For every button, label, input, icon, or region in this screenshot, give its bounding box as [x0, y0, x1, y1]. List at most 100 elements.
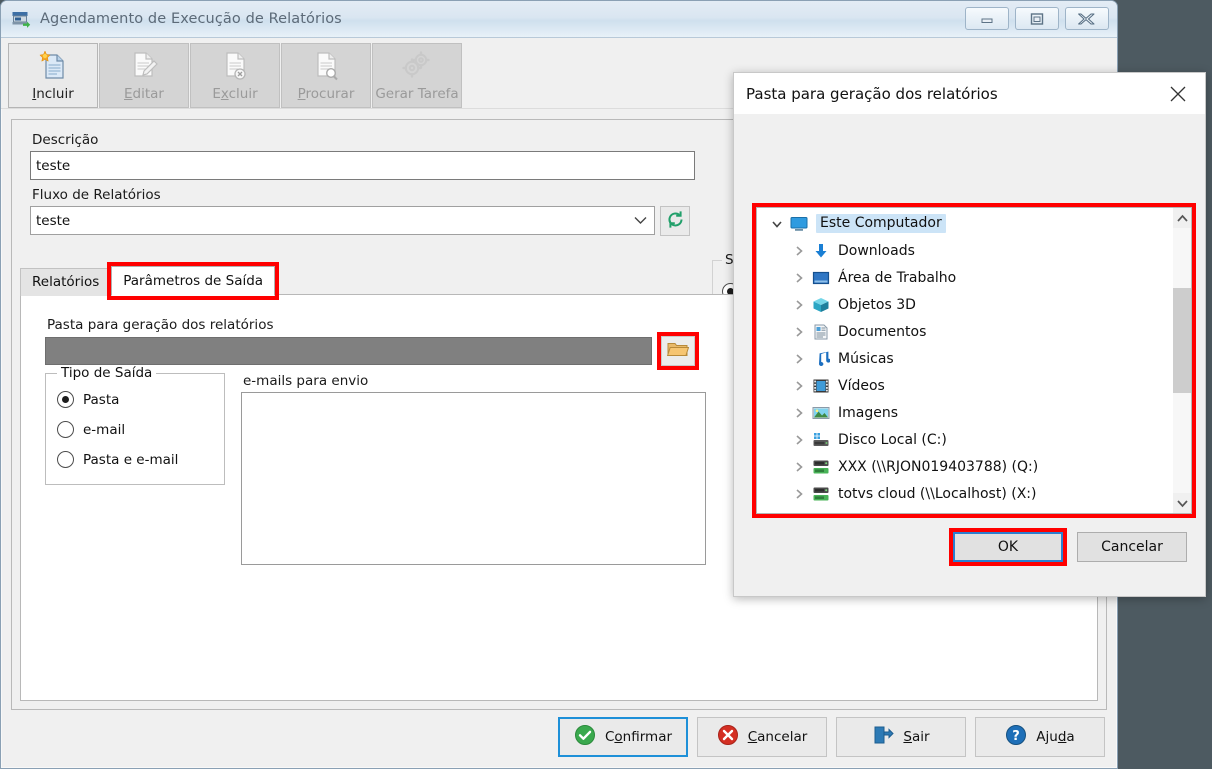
edit-document-icon [124, 49, 164, 83]
search-document-icon [306, 49, 346, 83]
footer-button-bar: Confirmar Cancelar Sair ? Ajuda [11, 714, 1107, 760]
pasta-input[interactable] [45, 337, 653, 365]
tab-relatorios-label: Relatórios [32, 274, 100, 290]
tree-item-downloads[interactable]: Downloads [757, 237, 1173, 264]
browse-folder-button[interactable] [657, 332, 699, 370]
tree-item-area-de-trabalho[interactable]: Área de Trabalho [757, 264, 1173, 291]
tree-item-objetos-3d[interactable]: Objetos 3D [757, 291, 1173, 318]
tree-item-disco-local-c[interactable]: Disco Local (C:) [757, 426, 1173, 453]
folder-tree[interactable]: Este Computador Downloads Área de Trabal… [757, 208, 1173, 513]
scroll-down-button[interactable] [1173, 493, 1191, 513]
radio-email-label: e-mail [83, 421, 126, 438]
confirmar-label: Confirmar [604, 729, 673, 745]
dialog-title-bar: Pasta para geração dos relatórios [734, 73, 1205, 115]
toolbar-button-editar[interactable]: Editar [99, 43, 189, 108]
tree-item-label: Músicas [838, 350, 894, 367]
ajuda-button[interactable]: ? Ajuda [975, 717, 1105, 757]
download-arrow-icon [810, 243, 832, 259]
window-title: Agendamento de Execução de Relatórios [40, 11, 342, 27]
chevron-right-icon[interactable] [788, 326, 810, 338]
tree-item-videos[interactable]: Vídeos [757, 372, 1173, 399]
ajuda-label: Ajuda [1036, 729, 1075, 745]
toolbar-button-gerar-tarefa[interactable]: Gerar Tarefa [372, 43, 462, 108]
tree-item-imagens[interactable]: Imagens [757, 399, 1173, 426]
chevron-right-icon[interactable] [788, 488, 810, 500]
chevron-right-icon[interactable] [788, 434, 810, 446]
folder-open-icon [667, 340, 690, 362]
dialog-button-bar: OK Cancelar [949, 528, 1187, 566]
cancelar-button[interactable]: Cancelar [697, 717, 827, 757]
exit-door-icon [872, 724, 895, 750]
fluxo-value: teste [36, 212, 71, 229]
toolbar-button-excluir[interactable]: Excluir [190, 43, 280, 108]
toolbar-button-procurar[interactable]: Procurar [281, 43, 371, 108]
chevron-right-icon[interactable] [788, 299, 810, 311]
film-icon [810, 378, 832, 394]
toolbar-button-incluir[interactable]: Incluir [8, 43, 98, 108]
scrollbar-track[interactable] [1173, 228, 1191, 493]
tree-item-documentos[interactable]: Documentos [757, 318, 1173, 345]
tree-item-label: Imagens [838, 404, 899, 421]
folder-tree-container: Este Computador Downloads Área de Trabal… [752, 203, 1196, 518]
chevron-right-icon[interactable] [788, 461, 810, 473]
gears-icon [397, 49, 437, 83]
network-drive-icon [810, 459, 832, 475]
toolbar-label-procurar: Procurar [297, 86, 355, 102]
scroll-up-button[interactable] [1173, 208, 1191, 228]
chevron-up-icon [1176, 214, 1188, 222]
tree-item-totvs-cloud-x[interactable]: totvs cloud (\\Localhost) (X:) [757, 480, 1173, 507]
tab-relatorios[interactable]: Relatórios [20, 268, 112, 296]
refresh-icon [666, 210, 685, 233]
new-document-icon [33, 49, 73, 83]
tree-scrollbar[interactable] [1173, 208, 1191, 513]
radio-option-pasta[interactable]: Pasta [57, 391, 224, 408]
monitor-icon [788, 216, 810, 232]
chevron-right-icon[interactable] [788, 245, 810, 257]
tree-item-label: Área de Trabalho [838, 269, 957, 286]
sair-button[interactable]: Sair [836, 717, 966, 757]
tree-item-label: Disco Local (C:) [838, 431, 947, 448]
scrollbar-thumb[interactable] [1173, 288, 1191, 393]
tree-item-label: Este Computador [816, 214, 946, 233]
maximize-button[interactable] [1015, 7, 1059, 30]
scheduler-icon [11, 9, 31, 29]
toolbar-label-editar: Editar [124, 86, 164, 102]
chevron-right-icon[interactable] [788, 380, 810, 392]
radio-pasta-indicator [57, 391, 74, 408]
radio-email-indicator [57, 421, 74, 438]
confirmar-button[interactable]: Confirmar [558, 717, 688, 757]
window-controls [965, 7, 1109, 30]
tab-parametros-de-saida[interactable]: Parâmetros de Saída [107, 262, 280, 300]
tipo-saida-legend: Tipo de Saída [57, 365, 157, 381]
tree-item-label: totvs cloud (\\Localhost) (X:) [838, 485, 1037, 502]
chevron-down-icon[interactable] [766, 218, 788, 230]
emails-textarea[interactable] [241, 392, 706, 565]
tree-item-label: Documentos [838, 323, 927, 340]
close-icon [1170, 86, 1186, 101]
dialog-close-button[interactable] [1157, 76, 1199, 112]
chevron-right-icon[interactable] [788, 272, 810, 284]
chevron-right-icon[interactable] [788, 353, 810, 365]
tab-strip: Relatórios Parâmetros de Saída [20, 262, 280, 300]
close-button[interactable] [1065, 7, 1109, 30]
minimize-button[interactable] [965, 7, 1009, 30]
tree-item-xxx-q[interactable]: XXX (\\RJON019403788) (Q:) [757, 453, 1173, 480]
toolbar-label-incluir: Incluir [32, 86, 74, 102]
tree-item-este-computador[interactable]: Este Computador [757, 210, 1173, 237]
refresh-button[interactable] [660, 206, 690, 236]
chevron-right-icon[interactable] [788, 407, 810, 419]
radio-option-email[interactable]: e-mail [57, 421, 224, 438]
cancelar-label: Cancelar [747, 729, 808, 745]
cube-3d-icon [810, 297, 832, 313]
dialog-title: Pasta para geração dos relatórios [746, 84, 998, 103]
radio-option-pasta-e-email[interactable]: Pasta e e-mail [57, 451, 224, 468]
toolbar-label-gerar-tarefa: Gerar Tarefa [375, 86, 459, 102]
tree-item-musicas[interactable]: Músicas [757, 345, 1173, 372]
descricao-input[interactable]: teste [30, 151, 695, 180]
radio-pasta-label: Pasta [83, 391, 120, 408]
hard-drive-icon [810, 432, 832, 448]
fluxo-label: Fluxo de Relatórios [32, 187, 161, 203]
fluxo-combobox[interactable]: teste [30, 206, 655, 235]
dialog-cancel-button[interactable]: Cancelar [1077, 532, 1187, 562]
dialog-ok-button[interactable]: OK [949, 528, 1067, 566]
